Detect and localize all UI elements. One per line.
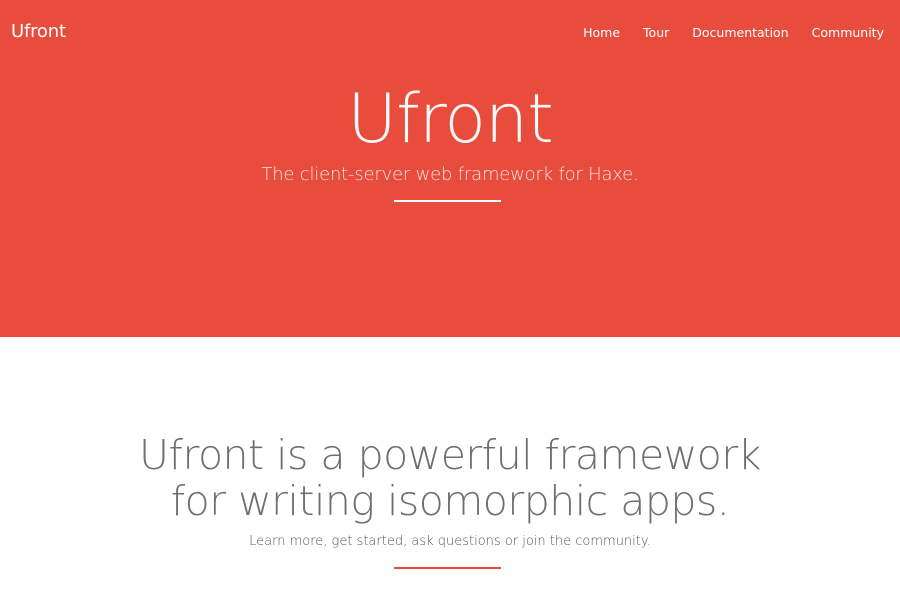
intro-subtitle: Learn more, get started, ask questions o… [249, 534, 651, 549]
hero-divider [394, 200, 501, 202]
nav-item-documentation[interactable]: Documentation [692, 25, 788, 40]
nav-item-community[interactable]: Community [812, 25, 884, 40]
intro-divider [394, 567, 501, 569]
intro-headline: Ufront is a powerful framework for writi… [0, 432, 900, 524]
hero-title: Ufront [347, 80, 554, 159]
brand-logo-link[interactable]: Ufront [11, 21, 66, 42]
intro-headline-line-2: for writing isomorphic apps. [170, 477, 730, 525]
nav-item-tour[interactable]: Tour [643, 25, 669, 40]
nav-item-home[interactable]: Home [583, 25, 620, 40]
intro-section: Ufront is a powerful framework for writi… [0, 337, 900, 597]
main-nav: Home Tour Documentation Community [583, 25, 884, 40]
hero-subtitle: The client-server web framework for Haxe… [261, 164, 639, 185]
hero-section: Ufront Home Tour Documentation Community… [0, 0, 900, 337]
intro-headline-line-1: Ufront is a powerful framework [139, 431, 761, 479]
